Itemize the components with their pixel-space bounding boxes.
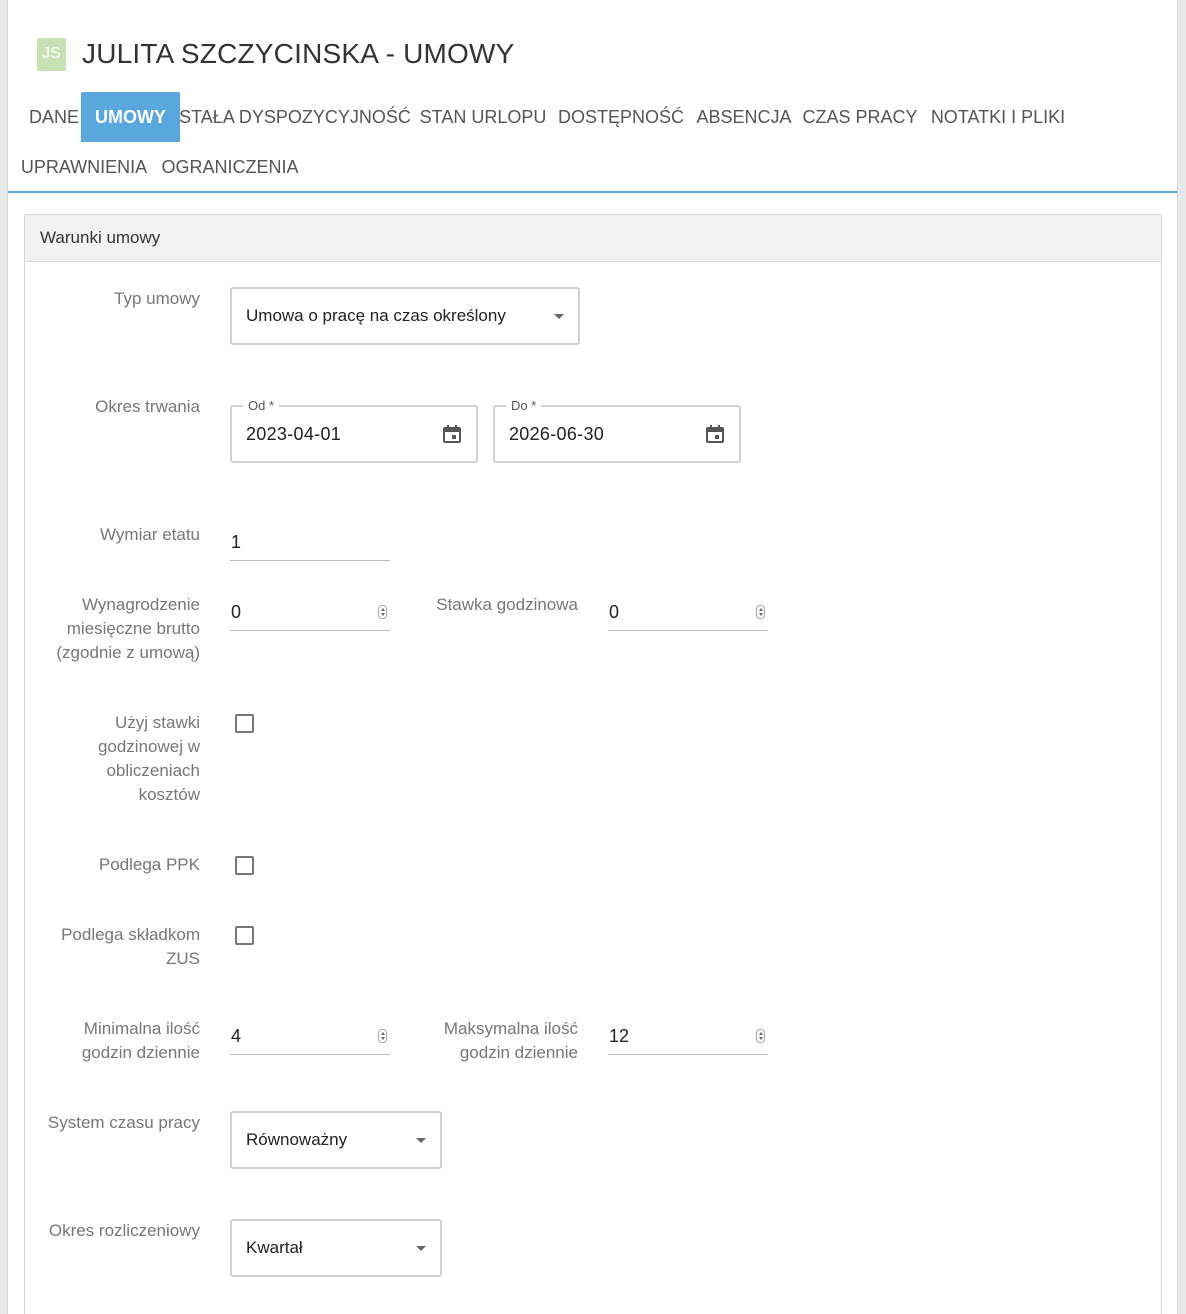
page: JS JULITA SZCZYCINSKA - UMOWY DANE UMOWY… xyxy=(7,0,1178,1314)
monthly-salary-input[interactable]: 0 xyxy=(230,595,390,631)
date-from-field[interactable]: Od * 2023-04-01 xyxy=(230,398,478,463)
tab-dane[interactable]: DANE xyxy=(17,92,91,142)
spinner-icon[interactable] xyxy=(378,605,387,619)
contract-type-value: Umowa o pracę na czas określony xyxy=(246,306,506,325)
max-hours-label: Maksymalna ilość godzin dziennie xyxy=(443,1019,578,1062)
date-to-field[interactable]: Do * 2026-06-30 xyxy=(493,398,741,463)
avatar: JS xyxy=(37,37,66,71)
page-header: JS JULITA SZCZYCINSKA - UMOWY xyxy=(37,36,515,72)
settlement-period-label: Okres rozliczeniowy xyxy=(48,1221,200,1240)
tab-umowy[interactable]: UMOWY xyxy=(81,92,180,142)
spinner-icon[interactable] xyxy=(756,1029,765,1043)
work-time-system-select[interactable]: Równoważny xyxy=(230,1111,442,1169)
calendar-icon[interactable] xyxy=(442,424,462,444)
spinner-icon[interactable] xyxy=(378,1029,387,1043)
zus-checkbox[interactable] xyxy=(235,926,254,945)
tab-ograniczenia[interactable]: OGRANICZENIA xyxy=(161,142,299,192)
work-time-system-label: System czasu pracy xyxy=(47,1113,200,1132)
date-to-value: 2026-06-30 xyxy=(509,424,605,444)
zus-label: Podlega składkom ZUS xyxy=(61,925,200,968)
max-hours-input[interactable]: 12 xyxy=(608,1019,768,1055)
contract-type-select[interactable]: Umowa o pracę na czas określony xyxy=(230,287,580,345)
date-from-legend: Od * xyxy=(243,398,280,413)
tab-absencja[interactable]: ABSENCJA xyxy=(694,92,794,142)
fte-label: Wymiar etatu xyxy=(100,525,200,544)
settlement-period-select[interactable]: Kwartał xyxy=(230,1219,442,1277)
tab-notatki-i-pliki[interactable]: NOTATKI I PLIKI xyxy=(926,92,1070,142)
tab-dostepnosc[interactable]: DOSTĘPNOŚĆ xyxy=(557,92,685,142)
monthly-salary-label: Wynagrodzenie miesięczne brutto (zgodnie… xyxy=(56,595,200,662)
tab-stala-dyspozycyjnosc[interactable]: STAŁA DYSPOZYCYJNOŚĆ xyxy=(179,92,411,142)
period-label: Okres trwania xyxy=(95,397,200,416)
contract-type-label: Typ umowy xyxy=(114,289,200,308)
use-hourly-rate-label: Użyj stawki godzinowej w obliczeniach ko… xyxy=(97,713,200,804)
page-title: JULITA SZCZYCINSKA - UMOWY xyxy=(82,38,515,69)
work-time-system-value: Równoważny xyxy=(246,1130,348,1149)
chevron-down-icon xyxy=(554,314,564,319)
tab-czas-pracy[interactable]: CZAS PRACY xyxy=(802,92,918,142)
use-hourly-rate-checkbox[interactable] xyxy=(235,714,254,733)
min-hours-label: Minimalna ilość godzin dziennie xyxy=(81,1019,200,1062)
hourly-rate-label: Stawka godzinowa xyxy=(436,595,578,614)
min-hours-input[interactable]: 4 xyxy=(230,1019,390,1055)
hourly-rate-input[interactable]: 0 xyxy=(608,595,768,631)
calendar-icon[interactable] xyxy=(705,424,725,444)
panel-title: Warunki umowy xyxy=(25,215,1161,262)
chevron-down-icon xyxy=(416,1138,426,1143)
chevron-down-icon xyxy=(416,1246,426,1251)
date-to-legend: Do * xyxy=(506,398,542,413)
contract-terms-panel: Warunki umowy Typ umowy Umowa o pracę na… xyxy=(24,214,1162,1314)
spinner-icon[interactable] xyxy=(756,605,765,619)
settlement-period-value: Kwartał xyxy=(246,1238,303,1257)
ppk-label: Podlega PPK xyxy=(98,855,200,874)
tab-bar: DANE UMOWY STAŁA DYSPOZYCYJNOŚĆ STAN URL… xyxy=(8,92,1177,193)
ppk-checkbox[interactable] xyxy=(235,856,254,875)
tab-uprawnienia[interactable]: UPRAWNIENIA xyxy=(17,142,151,192)
fte-input[interactable]: 1 xyxy=(230,525,390,561)
date-from-value: 2023-04-01 xyxy=(246,424,342,444)
tab-stan-urlopu[interactable]: STAN URLOPU xyxy=(416,92,550,142)
